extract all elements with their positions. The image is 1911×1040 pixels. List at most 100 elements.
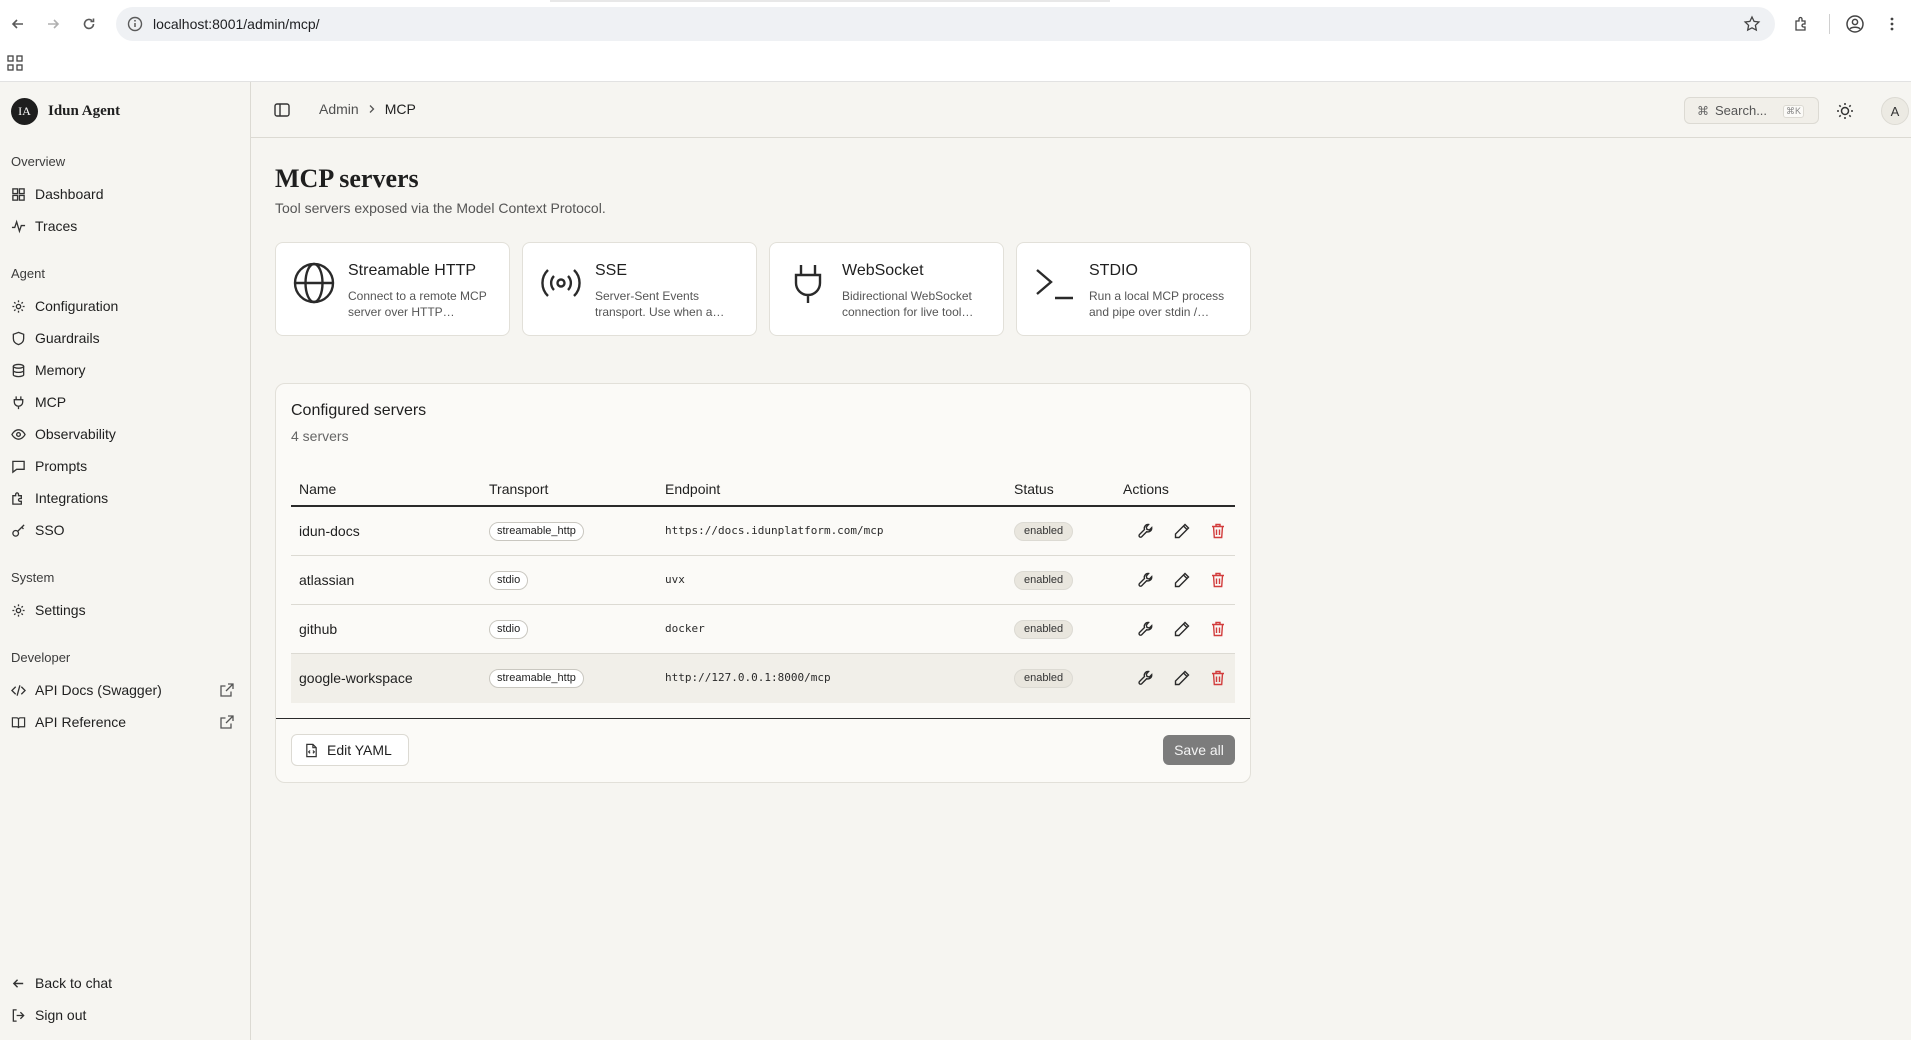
address-bar[interactable]: localhost:8001/admin/mcp/ (116, 7, 1775, 41)
sidebar-item-label: MCP (35, 394, 67, 410)
sidebar-item-configuration[interactable]: Configuration (11, 292, 241, 320)
transport-badge: streamable_http (489, 522, 584, 541)
wrench-icon[interactable] (1137, 522, 1155, 540)
pencil-icon[interactable] (1173, 669, 1191, 687)
transport-badge: stdio (489, 571, 529, 590)
avatar[interactable]: A (1881, 97, 1909, 125)
sidebar-item-api-reference[interactable]: API Reference (11, 708, 241, 736)
save-all-button[interactable]: Save all (1163, 735, 1235, 765)
sidebar-item-label: Dashboard (35, 186, 104, 202)
sidebar-item-label: Observability (35, 426, 116, 442)
trash-icon[interactable] (1209, 669, 1227, 687)
table-row[interactable]: atlassian stdio uvx enabled (291, 556, 1235, 605)
group-label-overview: Overview (11, 154, 66, 169)
group-label-system: System (11, 570, 55, 585)
brand[interactable]: IA Idun Agent (11, 98, 120, 125)
extensions-icon[interactable] (1790, 12, 1814, 36)
sidebar-item-label: Traces (35, 218, 78, 234)
apps-grid-icon[interactable] (7, 55, 23, 71)
wrench-icon[interactable] (1137, 571, 1155, 589)
sidebar-item-guardrails[interactable]: Guardrails (11, 324, 241, 352)
transport-title: Streamable HTTP (348, 262, 477, 279)
bookmark-star-icon[interactable] (1743, 15, 1761, 33)
group-label-developer: Developer (11, 650, 71, 665)
gear-icon (12, 603, 25, 617)
sidebar-item-label: Settings (35, 602, 86, 618)
status-badge: enabled (1014, 669, 1074, 688)
sidebar-item-sso[interactable]: SSO (11, 516, 241, 544)
wrench-icon[interactable] (1137, 620, 1155, 638)
shield-icon (12, 331, 25, 345)
trash-icon[interactable] (1209, 522, 1227, 540)
column-header-endpoint: Endpoint (665, 481, 721, 497)
log-out-icon (12, 1008, 25, 1022)
sidebar-toggle-icon[interactable] (273, 101, 291, 119)
pencil-icon[interactable] (1173, 522, 1191, 540)
sun-icon[interactable] (1834, 100, 1856, 122)
wrench-icon[interactable] (1137, 669, 1155, 687)
transport-badge: stdio (489, 620, 529, 639)
brand-logo: IA (11, 98, 38, 125)
panel-divider (276, 718, 1250, 719)
transport-card-stdio[interactable]: STDIO Run a local MCP process and pipe o… (1016, 242, 1251, 336)
table-row[interactable]: idun-docs streamable_http https://docs.i… (291, 507, 1235, 556)
broadcast-icon (541, 269, 581, 297)
dashboard-icon (12, 187, 25, 201)
url-text[interactable]: localhost:8001/admin/mcp/ (153, 16, 320, 32)
reload-icon[interactable] (77, 12, 101, 36)
search-button[interactable]: ⌘ Search... ⌘K (1684, 97, 1819, 124)
breadcrumb-current: MCP (384, 101, 416, 117)
sidebar-item-label: Memory (35, 362, 86, 378)
sidebar-item-observability[interactable]: Observability (11, 420, 241, 448)
pencil-icon[interactable] (1173, 571, 1191, 589)
sidebar-item-mcp[interactable]: MCP (11, 388, 241, 416)
sidebar-item-label: Configuration (35, 298, 119, 314)
endpoint-value: http://127.0.0.1:8000/mcp (665, 671, 831, 684)
table-row[interactable]: google-workspace streamable_http http://… (291, 654, 1235, 703)
sidebar-item-label: Guardrails (35, 330, 100, 346)
table-row[interactable]: github stdio docker enabled (291, 605, 1235, 654)
trash-icon[interactable] (1209, 571, 1227, 589)
transport-description: Bidirectional WebSocket connection for l… (842, 289, 974, 319)
column-header-name: Name (299, 481, 337, 497)
server-name: google-workspace (299, 670, 413, 686)
sidebar-item-label: API Reference (35, 714, 127, 730)
trash-icon[interactable] (1209, 620, 1227, 638)
transport-card-websocket[interactable]: WebSocket Bidirectional WebSocket connec… (769, 242, 1004, 336)
sidebar-item-traces[interactable]: Traces (11, 212, 241, 240)
puzzle-icon (12, 491, 22, 505)
sidebar-item-memory[interactable]: Memory (11, 356, 241, 384)
sidebar-item-integrations[interactable]: Integrations (11, 484, 241, 512)
code-icon (11, 684, 26, 696)
plug-icon (794, 265, 822, 303)
site-info-icon[interactable] (126, 15, 144, 33)
search-shortcut: ⌘K (1782, 105, 1804, 118)
status-badge: enabled (1014, 522, 1074, 541)
activity-icon (11, 219, 26, 233)
configured-servers-panel: Configured servers 4 servers Name Transp… (275, 383, 1251, 783)
sidebar-item-settings[interactable]: Settings (11, 596, 241, 624)
transport-title: WebSocket (842, 262, 924, 279)
transport-card-streamable-http[interactable]: Streamable HTTP Connect to a remote MCP … (275, 242, 510, 336)
endpoint-value: https://docs.idunplatform.com/mcp (665, 524, 884, 537)
topbar: Admin MCP ⌘ Search... ⌘K A (251, 82, 1911, 138)
breadcrumb-admin[interactable]: Admin (319, 101, 359, 117)
transport-description: Run a local MCP process and pipe over st… (1089, 289, 1225, 319)
status-badge: enabled (1014, 571, 1074, 590)
sidebar-item-api-docs[interactable]: API Docs (Swagger) (11, 676, 241, 704)
message-square-icon (12, 460, 25, 473)
transport-card-sse[interactable]: SSE Server-Sent Events transport. Use wh… (522, 242, 757, 336)
browser-menu-icon[interactable] (1880, 12, 1904, 36)
back-to-chat-link[interactable]: Back to chat (11, 969, 241, 997)
pencil-icon[interactable] (1173, 620, 1191, 638)
table-header: Name Transport Endpoint Status Actions (291, 472, 1235, 507)
forward-icon[interactable] (41, 12, 65, 36)
sidebar: IA Idun Agent Overview Dashboard Traces … (0, 82, 251, 1040)
profile-icon[interactable] (1843, 12, 1867, 36)
edit-yaml-button[interactable]: Edit YAML (291, 734, 409, 766)
sidebar-item-prompts[interactable]: Prompts (11, 452, 241, 480)
breadcrumb: Admin MCP (319, 101, 416, 117)
back-icon[interactable] (6, 12, 30, 36)
sidebar-item-dashboard[interactable]: Dashboard (11, 180, 241, 208)
sign-out-link[interactable]: Sign out (11, 1001, 241, 1029)
